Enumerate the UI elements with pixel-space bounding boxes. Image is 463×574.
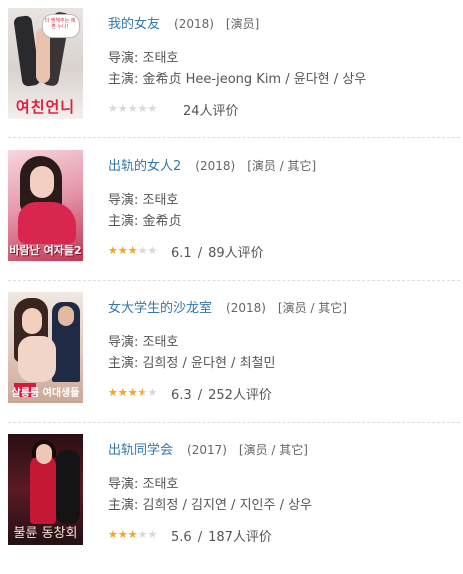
- director-name: 조태호: [142, 51, 179, 66]
- rating-row: ★★★★★★★★★★ 5.6 / 187人评价: [108, 528, 272, 547]
- rating-score: 6.1: [171, 246, 192, 261]
- rating-separator: /: [197, 388, 203, 403]
- star-rating: ★★★★★★★★★★: [108, 386, 163, 400]
- rating-row: ★★★★★★★★★★ 6.1 / 89人评价: [108, 244, 264, 263]
- poster-figure: [18, 202, 76, 244]
- star-icons-empty: ★★★★★: [108, 102, 158, 115]
- title-row: 出轨同学会 (2017) [演员 / 其它]: [108, 441, 308, 460]
- movie-roles: [演员]: [225, 17, 260, 31]
- director-label: 导演:: [108, 51, 143, 66]
- movie-title-link[interactable]: 女大学生的沙龙室: [108, 301, 212, 316]
- cast-line: 主演: 김희정 / 윤다현 / 최철민: [108, 355, 275, 373]
- star-rating: ★★★★★★★★★★: [108, 102, 163, 116]
- director-label: 导演:: [108, 335, 143, 350]
- movie-year: (2017): [187, 443, 227, 457]
- poster-figure: [22, 308, 42, 334]
- movie-title-link[interactable]: 我的女友: [108, 17, 160, 32]
- rating-separator: /: [197, 530, 203, 545]
- rating-row: ★★★★★★★★★★ 24人评价: [108, 102, 239, 121]
- movie-year: (2018): [226, 301, 266, 315]
- cast-label: 主演:: [108, 498, 143, 513]
- poster-figure: [30, 454, 56, 524]
- vote-count: 187人评价: [208, 530, 272, 545]
- poster-figure: [58, 306, 74, 326]
- poster-tagline: 더 쌤해주는 예쁜 누나!: [44, 18, 76, 30]
- movie-title-link[interactable]: 出轨同学会: [108, 443, 173, 458]
- director-name: 조태호: [142, 335, 179, 350]
- poster-title-text: 불륜 동창회: [13, 526, 78, 541]
- cast-label: 主演:: [108, 72, 143, 87]
- vote-count: 24人评价: [183, 104, 239, 119]
- poster-figure: [56, 450, 80, 524]
- vote-count: 252人评价: [208, 388, 272, 403]
- poster-figure: [18, 336, 56, 382]
- cast-line: 主演: 金希贞: [108, 213, 182, 231]
- list-item: 바람난 여자들2 出轨的女人2 (2018) [演员 / 其它] 导演: 조태호 主…: [0, 150, 463, 290]
- poster-figure: [30, 166, 54, 198]
- title-row: 出轨的女人2 (2018) [演员 / 其它]: [108, 157, 316, 176]
- poster-title-text: 바람난 여자들2: [9, 244, 82, 257]
- director-name: 조태호: [142, 193, 179, 208]
- cast-names: 김희정 / 윤다현 / 최철민: [142, 356, 276, 371]
- poster-figure: [36, 444, 52, 464]
- star-rating: ★★★★★★★★★★: [108, 244, 163, 258]
- star-icons-filled: ★★★★★: [108, 528, 138, 541]
- director-name: 조태호: [142, 477, 179, 492]
- cast-names: 김희정 / 김지연 / 지인주 / 상우: [142, 498, 313, 513]
- movie-poster[interactable]: 살롱룸 여대생들: [8, 292, 83, 403]
- rating-score: 5.6: [171, 530, 192, 545]
- list-item: 더 쌤해주는 예쁜 누나! 여친언니 我的女友 (2018) [演员] 导演: 조태…: [0, 8, 463, 148]
- star-rating: ★★★★★★★★★★: [108, 528, 163, 542]
- movie-poster[interactable]: 바람난 여자들2: [8, 150, 83, 261]
- cast-names: 金希贞 Hee-jeong Kim / 윤다현 / 상우: [142, 72, 367, 87]
- director-line: 导演: 조태호: [108, 192, 178, 210]
- star-icons-filled: ★★★★★: [108, 244, 138, 257]
- cast-names: 金希贞: [142, 214, 182, 229]
- director-label: 导演:: [108, 477, 143, 492]
- movie-poster[interactable]: 더 쌤해주는 예쁜 누나! 여친언니: [8, 8, 83, 119]
- director-line: 导演: 조태호: [108, 334, 178, 352]
- rating-score: 6.3: [171, 388, 192, 403]
- movie-poster[interactable]: 불륜 동창회: [8, 434, 83, 545]
- list-item: 살롱룸 여대생들 女大学生的沙龙室 (2018) [演员 / 其它] 导演: 조태호…: [0, 292, 463, 432]
- cast-line: 主演: 김희정 / 김지연 / 지인주 / 상우: [108, 497, 312, 515]
- director-label: 导演:: [108, 193, 143, 208]
- title-row: 我的女友 (2018) [演员]: [108, 15, 259, 34]
- cast-label: 主演:: [108, 356, 143, 371]
- movie-roles: [演员 / 其它]: [247, 159, 317, 173]
- item-divider: [8, 137, 460, 138]
- rating-row: ★★★★★★★★★★ 6.3 / 252人评价: [108, 386, 272, 405]
- cast-line: 主演: 金希贞 Hee-jeong Kim / 윤다현 / 상우: [108, 71, 366, 89]
- movie-title-link[interactable]: 出轨的女人2: [108, 159, 181, 174]
- director-line: 导演: 조태호: [108, 476, 178, 494]
- movie-year: (2018): [195, 159, 236, 173]
- poster-title-text: 살롱룸 여대생들: [11, 388, 80, 399]
- vote-count: 89人评价: [208, 246, 264, 261]
- star-icons-filled: ★★★★★: [108, 386, 143, 399]
- movie-roles: [演员 / 其它]: [277, 301, 347, 315]
- cast-label: 主演:: [108, 214, 143, 229]
- poster-title-text: 여친언니: [15, 98, 76, 116]
- rating-separator: /: [197, 246, 203, 261]
- title-row: 女大学生的沙龙室 (2018) [演员 / 其它]: [108, 299, 347, 318]
- director-line: 导演: 조태호: [108, 50, 178, 68]
- item-divider: [8, 280, 460, 281]
- movie-year: (2018): [174, 17, 214, 31]
- movie-roles: [演员 / 其它]: [238, 443, 308, 457]
- list-item: 불륜 동창회 出轨同学会 (2017) [演员 / 其它] 导演: 조태호 主演: …: [0, 434, 463, 574]
- item-divider: [8, 422, 460, 423]
